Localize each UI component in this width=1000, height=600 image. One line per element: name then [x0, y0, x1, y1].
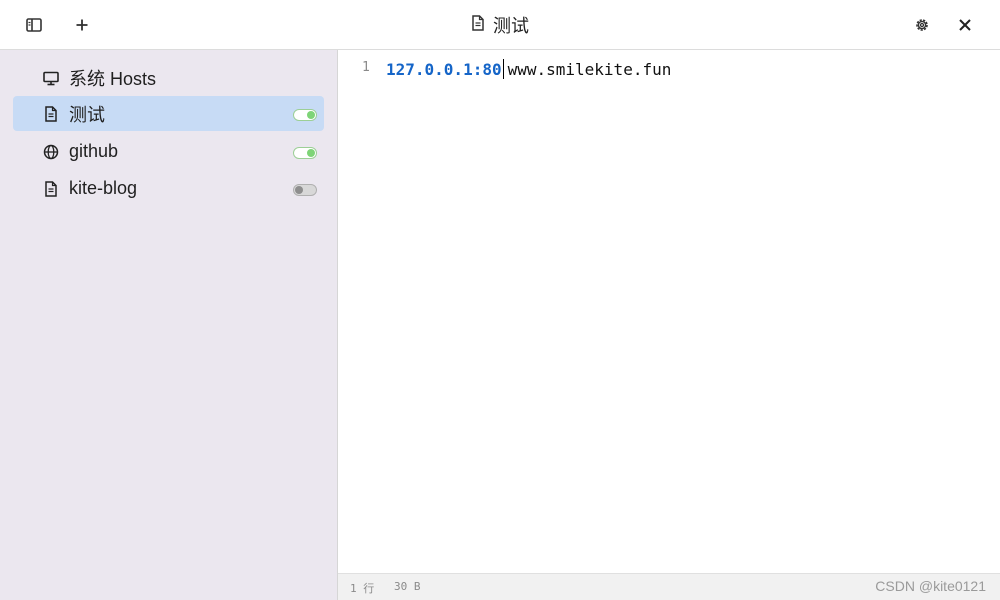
sidebar-toggle-icon: [26, 18, 42, 32]
plus-icon: [75, 18, 89, 32]
window-title: 测试: [0, 0, 1000, 50]
sidebar-item-label: 测试: [69, 104, 105, 125]
title-bar: 测试: [0, 0, 1000, 50]
line-number: 1: [362, 60, 370, 75]
page-title: 测试: [493, 16, 529, 36]
settings-button[interactable]: [907, 10, 937, 40]
sidebar-item-system-hosts[interactable]: 系统 Hosts: [13, 60, 324, 95]
sidebar-item-github[interactable]: github: [13, 134, 324, 169]
close-icon: [958, 18, 972, 32]
enable-toggle[interactable]: [293, 184, 317, 196]
sidebar-item-label: kite-blog: [69, 178, 138, 198]
document-icon: [471, 14, 485, 36]
sidebar-item-test[interactable]: 测试: [13, 96, 324, 131]
toggle-knob: [307, 149, 315, 157]
add-hosts-button[interactable]: [67, 10, 97, 40]
file-size: 30 B: [394, 580, 421, 593]
status-bar: 1 行 30 B CSDN @kite0121: [338, 573, 1000, 600]
enable-toggle[interactable]: [293, 109, 317, 121]
line-count: 1 行: [350, 582, 375, 595]
sidebar-toggle-button[interactable]: [19, 10, 49, 40]
hosts-editor[interactable]: 1 127.0.0.1:80 www.smilekite.fun: [338, 50, 1000, 573]
sidebar-item-kite-blog[interactable]: kite-blog: [13, 171, 324, 206]
monitor-icon: [43, 70, 59, 86]
sidebar-item-label: 系统 Hosts: [69, 68, 157, 89]
document-icon: [43, 106, 59, 122]
gear-icon: [914, 17, 930, 33]
watermark: CSDN @kite0121: [875, 578, 986, 594]
ip-address: 127.0.0.1:80: [386, 60, 502, 79]
code-line[interactable]: 127.0.0.1:80 www.smilekite.fun: [386, 59, 671, 79]
enable-toggle[interactable]: [293, 147, 317, 159]
document-icon: [43, 181, 59, 197]
hostname: www.smilekite.fun: [507, 60, 672, 79]
globe-icon: [43, 144, 59, 160]
close-button[interactable]: [950, 10, 980, 40]
toggle-knob: [295, 186, 303, 194]
toggle-knob: [307, 111, 315, 119]
sidebar-item-label: github: [69, 141, 119, 161]
text-cursor: [502, 59, 504, 79]
sidebar: 系统 Hosts 测试 github kite-blog: [0, 50, 338, 600]
